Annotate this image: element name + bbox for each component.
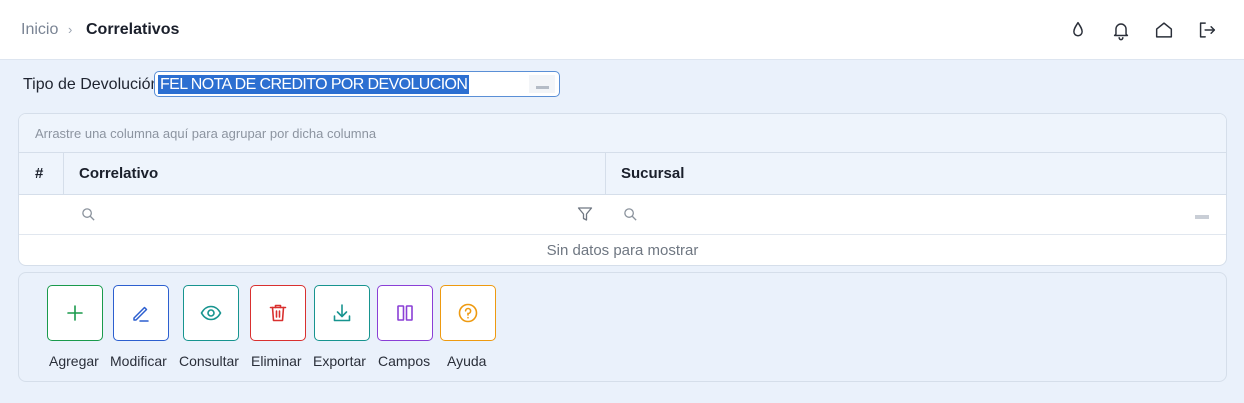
help-label: Ayuda [447, 353, 487, 369]
column-header-index[interactable]: # [35, 153, 43, 195]
add-button[interactable] [47, 285, 103, 341]
tipo-devolucion-label: Tipo de Devolución [23, 76, 160, 93]
plus-icon [67, 305, 83, 321]
logout-icon[interactable] [1196, 19, 1218, 41]
tipo-devolucion-select[interactable]: FEL NOTA DE CREDITO POR DEVOLUCION [154, 71, 560, 97]
delete-button[interactable] [250, 285, 306, 341]
help-button[interactable] [440, 285, 496, 341]
dropdown-arrow-icon[interactable] [529, 75, 555, 93]
view-button[interactable] [183, 285, 239, 341]
column-header-sucursal[interactable]: Sucursal [621, 153, 684, 195]
delete-label: Eliminar [251, 353, 302, 369]
download-icon [333, 304, 351, 322]
correlativo-filter-input[interactable] [64, 195, 605, 235]
pencil-icon [133, 306, 149, 322]
group-panel[interactable]: Arrastre una columna aquí para agrupar p… [19, 114, 1226, 153]
edit-button[interactable] [113, 285, 169, 341]
help-icon [458, 303, 478, 323]
filter-row [19, 195, 1226, 235]
top-bar: Inicio › Correlativos [0, 0, 1244, 60]
empty-message: Sin datos para mostrar [546, 242, 699, 259]
trash-icon [269, 304, 287, 322]
data-grid: Arrastre una columna aquí para agrupar p… [18, 113, 1227, 266]
breadcrumb-separator: › [68, 22, 73, 37]
tipo-devolucion-value[interactable]: FEL NOTA DE CREDITO POR DEVOLUCION [158, 75, 470, 94]
group-panel-hint: Arrastre una columna aquí para agrupar p… [35, 126, 377, 141]
filter-options-icon[interactable] [1195, 215, 1209, 219]
breadcrumb-home[interactable]: Inicio [21, 21, 58, 39]
column-header-correlativo[interactable]: Correlativo [79, 153, 158, 195]
filter-icon[interactable] [577, 206, 593, 222]
bell-icon[interactable] [1110, 19, 1132, 41]
edit-label: Modificar [110, 353, 167, 369]
fields-label: Campos [378, 353, 431, 369]
eye-icon [200, 305, 222, 321]
search-icon [82, 208, 95, 221]
add-label: Agregar [49, 353, 99, 369]
page-title: Correlativos [86, 21, 180, 38]
home-icon[interactable] [1153, 19, 1175, 41]
columns-icon [397, 305, 413, 321]
search-icon [624, 208, 637, 221]
fields-button[interactable] [377, 285, 433, 341]
export-button[interactable] [314, 285, 370, 341]
grid-header-row: # Correlativo Sucursal [19, 153, 1226, 195]
action-toolbar: Agregar Modificar Consultar Eliminar Exp… [18, 272, 1227, 382]
drop-icon[interactable] [1067, 19, 1089, 41]
view-label: Consultar [179, 353, 239, 369]
export-label: Exportar [313, 353, 366, 369]
sucursal-filter-input[interactable] [606, 195, 1226, 235]
